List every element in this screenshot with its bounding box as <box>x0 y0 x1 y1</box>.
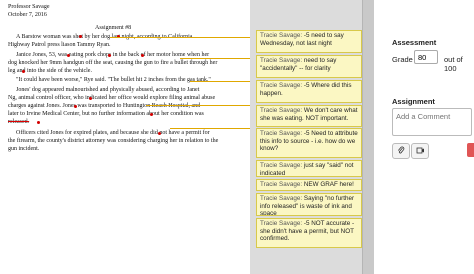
comment-connector <box>190 81 256 82</box>
attach-file-button[interactable] <box>392 143 410 159</box>
edit-marker[interactable] <box>89 97 92 100</box>
submit-comment-button[interactable] <box>467 143 474 157</box>
annotation-comment[interactable]: Tracie Savage: just say "said" not indic… <box>256 160 362 177</box>
comment-author: Tracie Savage: <box>260 220 303 227</box>
annotation-comment[interactable]: Tracie Savage: We don't care what she wa… <box>256 105 362 127</box>
doc-line[interactable]: dog knocked her 9mm handgun off the seat… <box>8 59 217 67</box>
comment-author: Tracie Savage: <box>260 162 303 169</box>
doc-line[interactable]: Jones' dog appeared malnourished and phy… <box>16 86 199 94</box>
doc-title: Assignment #8 <box>95 25 132 31</box>
annotation-comment[interactable]: Tracie Savage: -5 Need to attribute this… <box>256 128 362 158</box>
edit-marker[interactable] <box>74 105 77 108</box>
edit-marker[interactable] <box>67 54 70 57</box>
comment-author: Tracie Savage: <box>260 82 303 89</box>
doc-line[interactable]: gun incident. <box>8 145 39 153</box>
edit-marker[interactable] <box>22 70 25 73</box>
doc-header-name: Professor Savage <box>8 4 50 10</box>
grade-input[interactable] <box>414 50 438 64</box>
doc-line[interactable]: leg and into the side of the vehicle. <box>8 67 92 75</box>
comment-connector <box>110 37 256 38</box>
annotation-comment[interactable]: Tracie Savage: -5 need to say Wednesday,… <box>256 30 362 53</box>
comment-connector <box>146 105 256 106</box>
edit-marker[interactable] <box>158 132 161 135</box>
assignment-comment-input[interactable] <box>392 108 472 136</box>
annotation-comment[interactable]: Tracie Savage: NEW GRAF here! <box>256 179 362 191</box>
edit-marker[interactable] <box>37 121 40 124</box>
annotation-comment[interactable]: Tracie Savage: need to say "accidentally… <box>256 55 362 78</box>
annotation-comment[interactable]: Tracie Savage: -5 Where did this happen. <box>256 80 362 103</box>
comment-text: NEW GRAF here! <box>303 181 354 188</box>
edit-marker[interactable] <box>141 54 144 57</box>
doc-header-date: October 7, 2016 <box>8 12 47 18</box>
grade-label: Grade <box>392 55 413 64</box>
annotation-comment[interactable]: Tracie Savage: -5 NOT accurate - she did… <box>256 218 362 248</box>
doc-line[interactable]: Ng, animal control officer, who indicate… <box>8 94 215 102</box>
media-icon <box>416 146 425 157</box>
doc-line[interactable]: the firearm, the county's district attor… <box>8 137 218 145</box>
edit-marker[interactable] <box>150 113 153 116</box>
doc-line[interactable]: later to Irvine Medical Center, but no f… <box>8 110 204 118</box>
comment-author: Tracie Savage: <box>260 130 303 137</box>
edit-marker[interactable] <box>79 35 82 38</box>
media-comment-button[interactable] <box>411 143 429 159</box>
comment-author: Tracie Savage: <box>260 57 303 64</box>
grade-out-of: out of 100 <box>444 55 463 73</box>
assessment-heading: Assessment <box>392 38 437 47</box>
assessment-panel: Assessment Grade out of 100 Assignment C… <box>374 0 474 274</box>
annotation-comment[interactable]: Tracie Savage: Saying "no further info r… <box>256 193 362 216</box>
edit-marker[interactable] <box>108 54 111 57</box>
comment-author: Tracie Savage: <box>260 107 303 114</box>
comment-author: Tracie Savage: <box>260 181 303 188</box>
paperclip-icon <box>397 146 405 157</box>
doc-line[interactable]: charges against Jones. Jones was transpo… <box>8 102 200 110</box>
document-page: Professor Savage October 7, 2016 Assignm… <box>0 0 250 274</box>
doc-line[interactable]: Highway Patrol press liason Tammy Ryan. <box>8 41 111 49</box>
doc-line[interactable]: Officers cited Jones for expired plates,… <box>16 129 210 137</box>
comment-author: Tracie Savage: <box>260 32 303 39</box>
doc-line[interactable]: released. <box>8 118 29 126</box>
comment-author: Tracie Savage: <box>260 195 303 202</box>
doc-line[interactable]: "It could have been worse," Rye said. "T… <box>16 76 211 84</box>
comment-connector <box>170 128 256 129</box>
comment-connector <box>180 58 256 59</box>
